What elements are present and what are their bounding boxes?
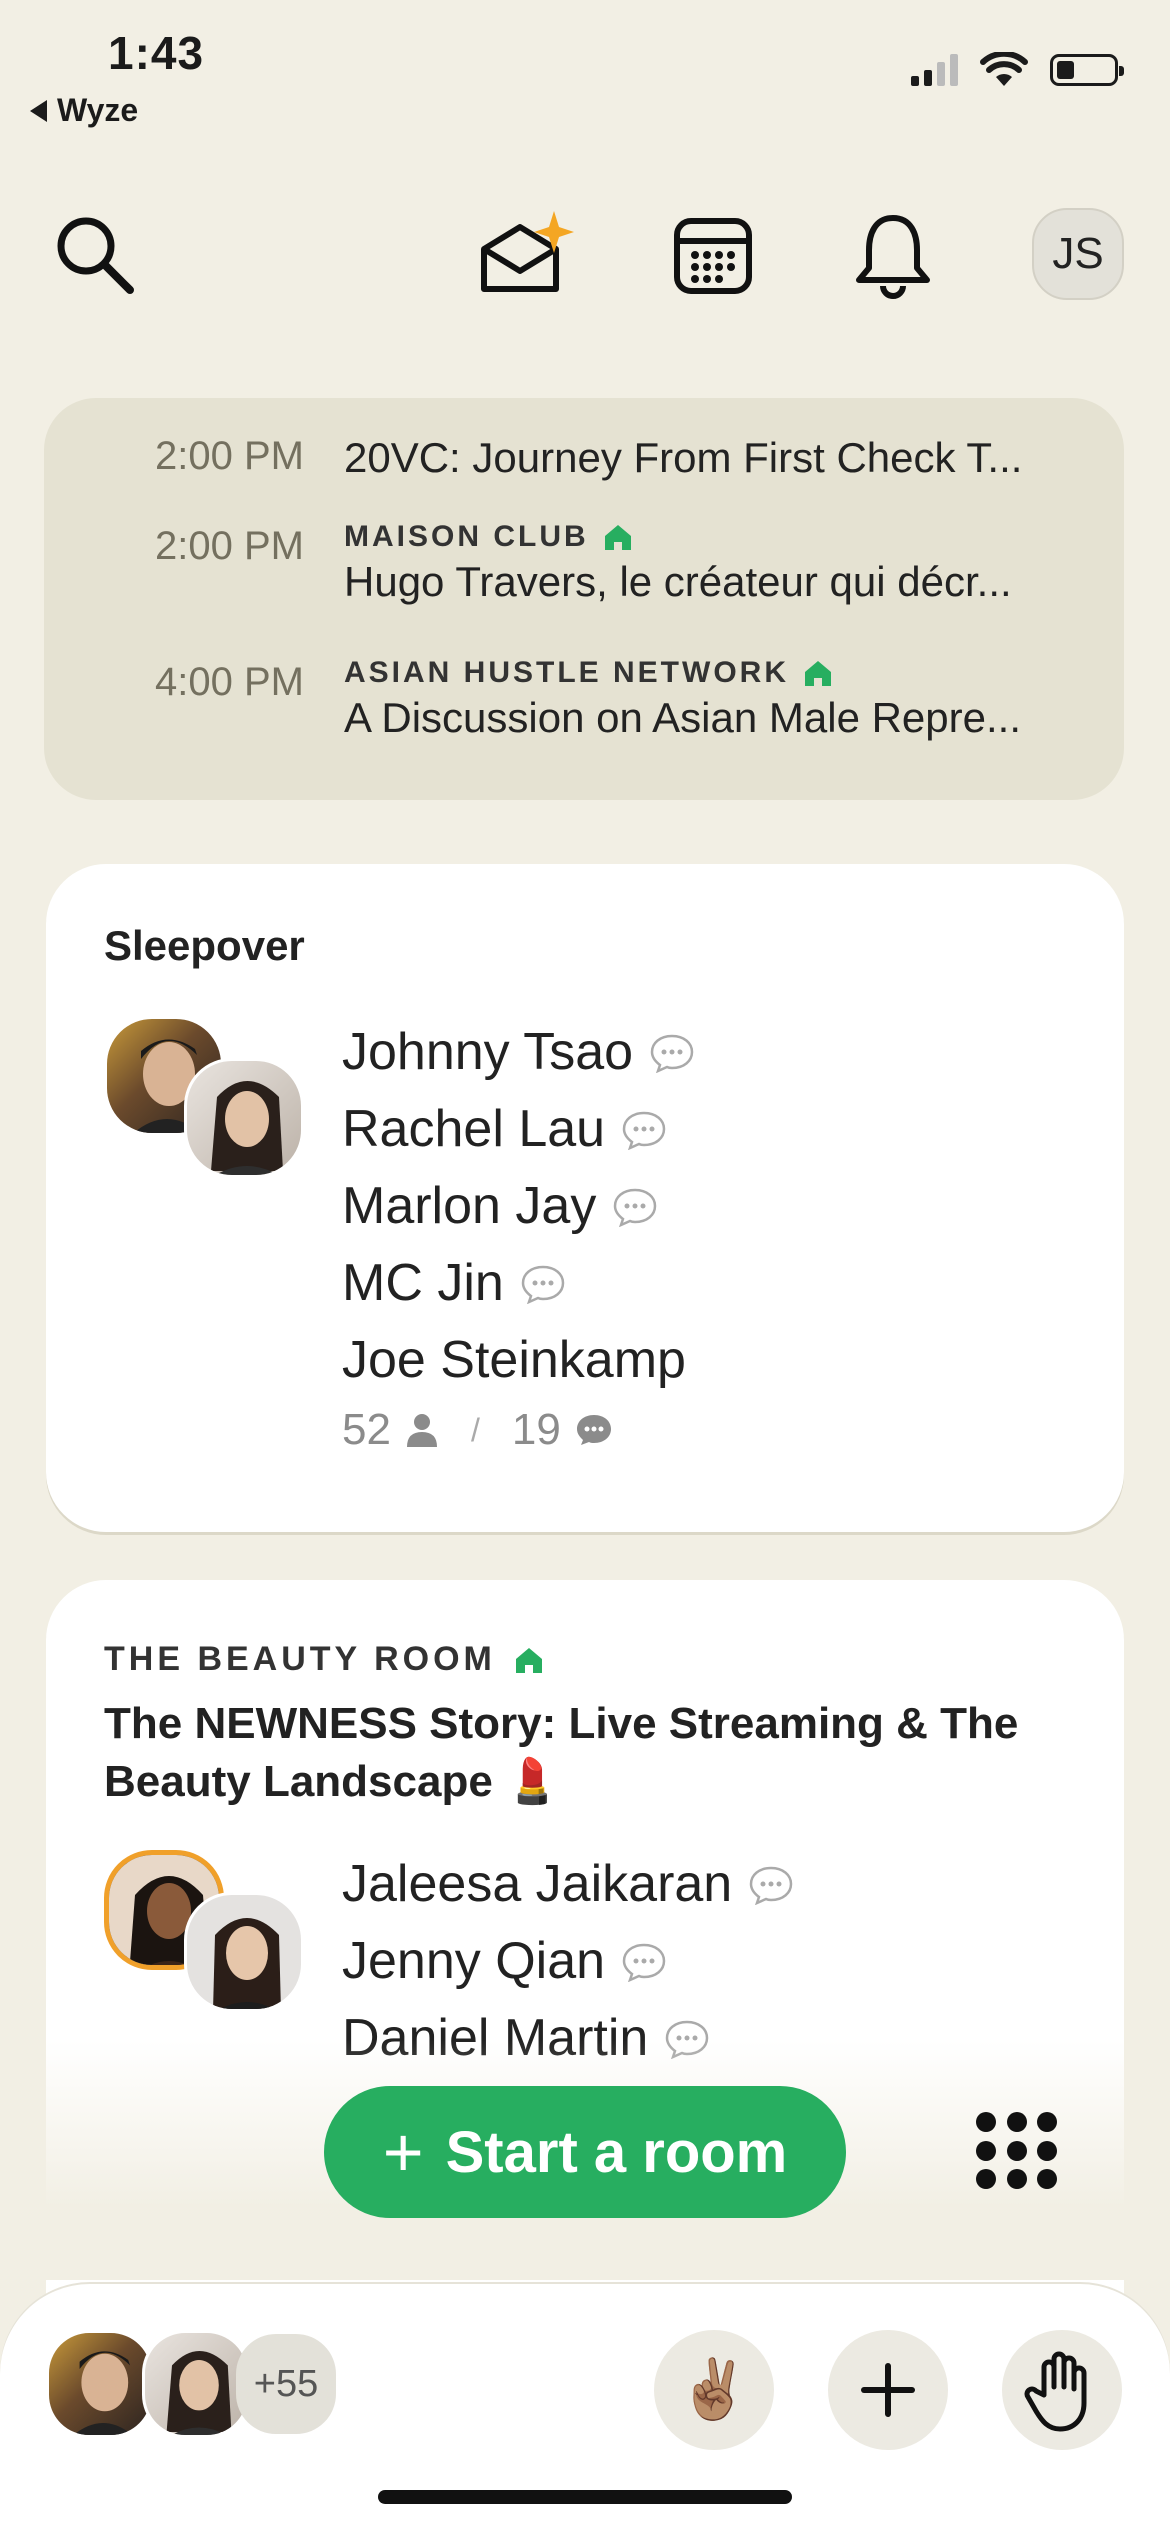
speaker-item: Jenny Qian xyxy=(342,1923,794,2000)
club-name: ASIAN HUSTLE NETWORK xyxy=(344,656,789,689)
speech-bubble-icon xyxy=(622,1111,666,1150)
envelope-sparkle-icon xyxy=(481,211,574,292)
upcoming-event[interactable]: 4:00 PM ASIAN HUSTLE NETWORK A Discussio… xyxy=(94,656,1074,742)
calendar-icon xyxy=(674,218,752,294)
calendar-button[interactable] xyxy=(658,200,768,310)
room-title: The NEWNESS Story: Live Streaming & The … xyxy=(104,1699,1019,1806)
room-speaker-avatars xyxy=(104,1850,314,2050)
online-count-badge: +55 xyxy=(236,2334,336,2434)
person-icon xyxy=(406,1414,437,1447)
wifi-icon xyxy=(980,52,1028,86)
back-arrow-icon xyxy=(30,99,47,122)
speaker-name: Jaleesa Jaikaran xyxy=(342,1855,733,1913)
speaker-item: Rachel Lau xyxy=(342,1091,695,1168)
hand-icon xyxy=(1024,2351,1087,2432)
event-time: 2:00 PM xyxy=(155,524,304,568)
upcoming-event[interactable]: 2:00 PM 20VC: Journey From First Check T… xyxy=(94,434,1074,520)
event-title: A Discussion on Asian Male Repre... xyxy=(344,694,1022,741)
event-title: Hugo Travers, le créateur qui décr... xyxy=(344,558,1012,605)
speaker-item: Joe Steinkamp xyxy=(342,1322,695,1399)
event-club: MAISON CLUB xyxy=(344,520,1074,554)
profile-avatar-button[interactable]: JS xyxy=(1032,208,1124,300)
status-indicators xyxy=(911,52,1124,88)
start-room-button[interactable]: + Start a room xyxy=(324,2086,846,2218)
room-speaker-avatars xyxy=(104,1016,314,1216)
speech-bubble-icon xyxy=(650,1034,694,1073)
start-room-label: Start a room xyxy=(445,2119,788,2185)
speech-bubble-icon xyxy=(622,1943,666,1982)
event-club: ASIAN HUSTLE NETWORK xyxy=(344,656,1074,690)
raise-hand-button[interactable] xyxy=(1002,2330,1122,2450)
room-label: Sleepover xyxy=(104,922,305,969)
chat-bubble-icon xyxy=(576,1415,611,1445)
back-to-app-link[interactable]: Wyze xyxy=(30,92,138,129)
speaker-item: Marlon Jay xyxy=(342,1168,695,1245)
home-indicator xyxy=(378,2490,792,2504)
plus-icon xyxy=(861,2363,915,2417)
speech-bubble-icon xyxy=(521,1265,565,1304)
upcoming-event[interactable]: 2:00 PM MAISON CLUB Hugo Travers, le cré… xyxy=(94,520,1074,656)
event-time: 4:00 PM xyxy=(155,660,304,704)
speaker-name: Marlon Jay xyxy=(342,1177,597,1235)
stats-separator: / xyxy=(470,1411,480,1448)
speaker-name: Jenny Qian xyxy=(342,1932,606,1990)
room-card-sleepover[interactable]: Sleepover Johnny Tsao Rachel Lau Marlon … xyxy=(46,864,1124,1532)
speaker-name: MC Jin xyxy=(342,1254,504,1312)
cellular-signal-icon xyxy=(911,54,958,86)
house-icon xyxy=(515,1647,542,1673)
invites-button[interactable] xyxy=(470,200,580,310)
avatar xyxy=(184,1892,304,2012)
online-friends[interactable]: +55 xyxy=(46,2330,346,2440)
backchannel-grid-button[interactable] xyxy=(970,2106,1066,2196)
battery-icon xyxy=(1050,54,1124,86)
notifications-button[interactable] xyxy=(838,200,948,310)
room-club: THE BEAUTY ROOM xyxy=(104,1640,1066,1679)
speech-bubble-icon xyxy=(614,1188,657,1227)
speech-bubble-icon xyxy=(749,1866,793,1905)
search-button[interactable] xyxy=(40,200,150,310)
house-icon xyxy=(805,661,831,686)
upcoming-events[interactable]: 2:00 PM 20VC: Journey From First Check T… xyxy=(44,398,1124,800)
house-icon xyxy=(604,525,631,550)
status-time: 1:43 xyxy=(108,27,205,79)
room-speakers-list: Johnny Tsao Rachel Lau Marlon Jay MC Jin… xyxy=(342,1014,695,1455)
bell-icon xyxy=(856,215,930,299)
speaker-name: Joe Steinkamp xyxy=(342,1331,686,1389)
peace-sign-icon: ✌🏽 xyxy=(677,2357,751,2422)
speaker-name: Johnny Tsao xyxy=(342,1023,634,1081)
grid-dots-icon xyxy=(976,2112,996,2132)
speaker-name: Rachel Lau xyxy=(342,1100,606,1158)
event-time: 2:00 PM xyxy=(155,434,304,478)
avatar xyxy=(142,2330,250,2438)
search-icon xyxy=(57,217,134,294)
listener-count: 52 xyxy=(342,1405,391,1454)
speaker-item: Johnny Tsao xyxy=(342,1014,695,1091)
speaker-count: 19 xyxy=(511,1405,561,1454)
back-app-label: Wyze xyxy=(57,92,139,128)
add-button[interactable] xyxy=(828,2330,948,2450)
speaker-item: Jaleesa Jaikaran xyxy=(342,1846,794,1923)
avatar xyxy=(46,2330,154,2438)
avatar xyxy=(184,1058,304,1178)
speaker-item: MC Jin xyxy=(342,1245,695,1322)
club-name: MAISON CLUB xyxy=(344,520,589,553)
plus-icon: + xyxy=(382,2113,424,2191)
event-title: 20VC: Journey From First Check T... xyxy=(344,434,1023,481)
wave-emoji-button[interactable]: ✌🏽 xyxy=(654,2330,774,2450)
room-stats: 52 / 19 xyxy=(342,1405,695,1455)
club-name: THE BEAUTY ROOM xyxy=(104,1640,496,1678)
